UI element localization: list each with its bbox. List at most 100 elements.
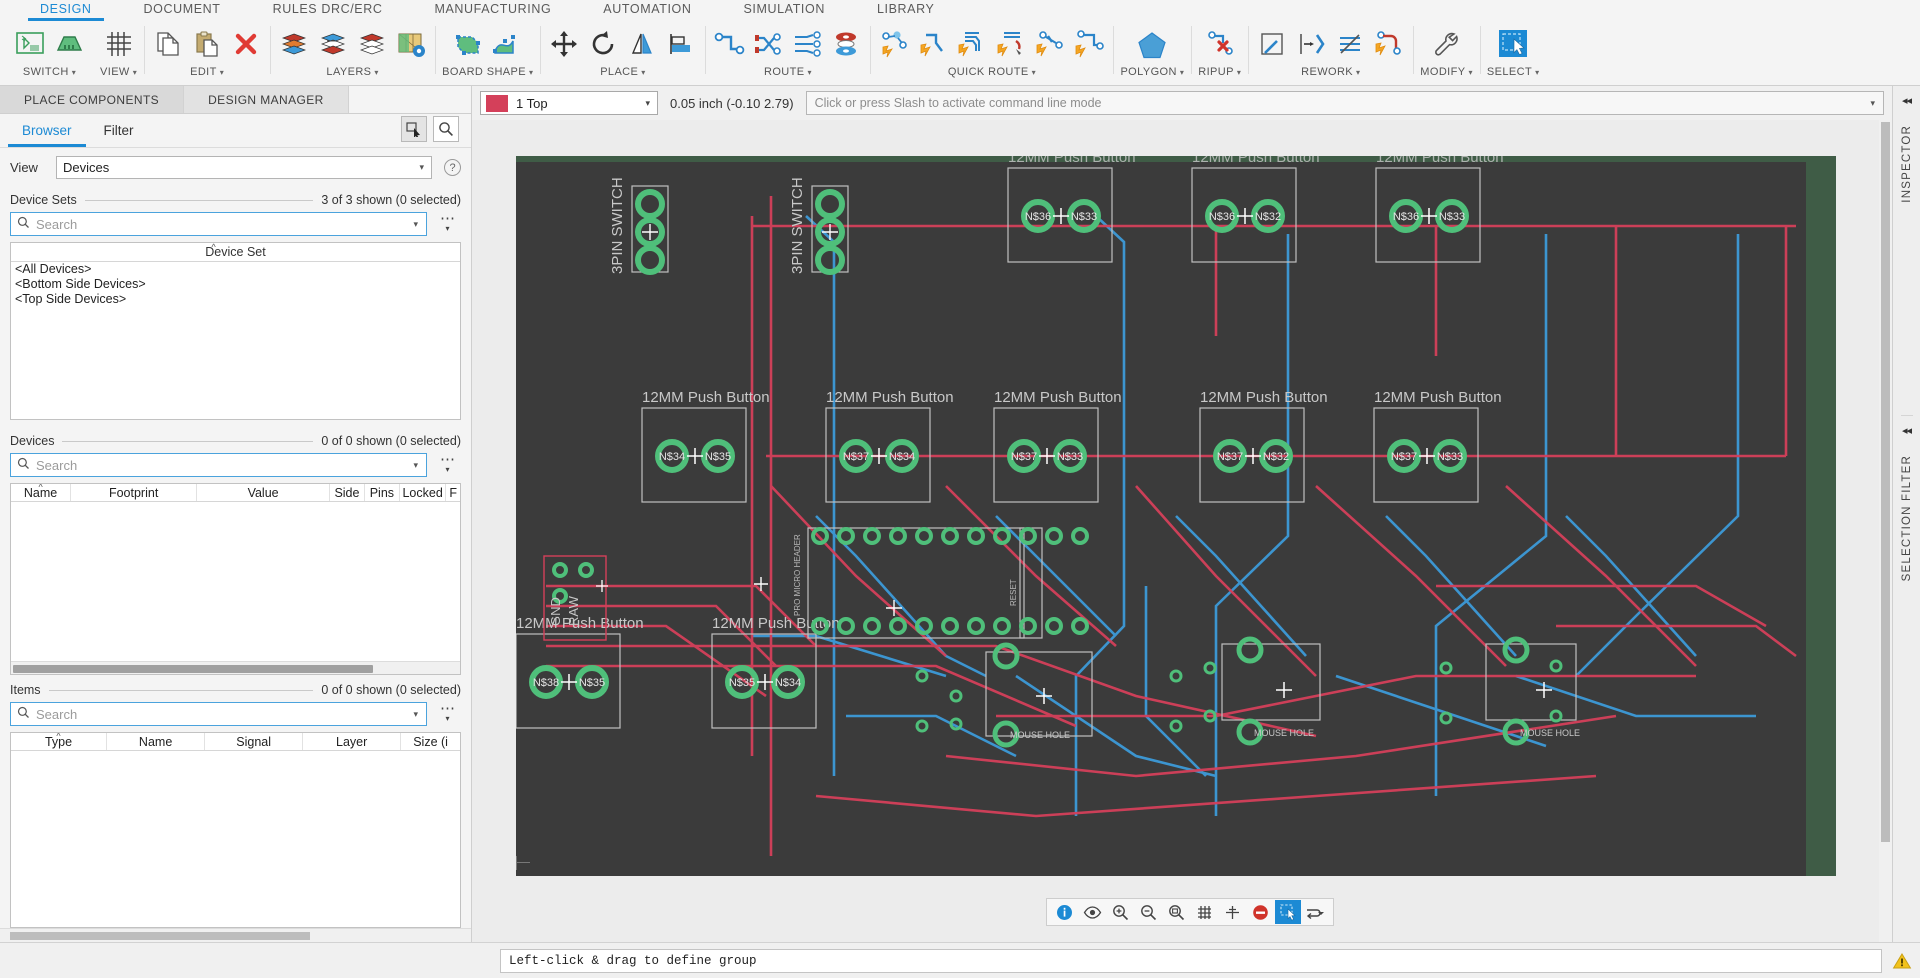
layer-settings-icon[interactable]	[394, 27, 428, 61]
chevron-down-icon[interactable]: ▾	[1535, 68, 1539, 77]
help-icon[interactable]: ?	[444, 159, 461, 176]
rail-section-inspector[interactable]: ◂◂ INSPECTOR	[1900, 86, 1913, 416]
pcb-board[interactable]: 3PIN SWITCH 3PIN SWITCH 12MM Push Button…	[516, 156, 1836, 876]
chevron-down-icon[interactable]: ▾	[419, 162, 424, 173]
chevron-down-icon[interactable]: ▾	[807, 68, 811, 77]
zoom-in-icon[interactable]	[1107, 900, 1133, 924]
info-icon[interactable]	[1051, 900, 1077, 924]
chevron-down-icon[interactable]: ▾	[1237, 68, 1241, 77]
column-header-value[interactable]: Value	[197, 484, 330, 501]
subtab-browser[interactable]: Browser	[6, 114, 88, 147]
collapse-left-icon[interactable]: ◂◂	[1902, 94, 1912, 107]
delete-icon[interactable]	[229, 27, 263, 61]
move-icon[interactable]	[547, 27, 581, 61]
column-header-footprint[interactable]: Footprint	[71, 484, 198, 501]
items-more-options[interactable]: ⋯ ▾	[435, 701, 461, 725]
autoroute-bus-icon[interactable]	[955, 27, 989, 61]
devices-table[interactable]: ^ Name Footprint Value Side Pins Locked F	[10, 483, 461, 675]
via-icon[interactable]	[829, 27, 863, 61]
ribbon-tab-rules[interactable]: RULES DRC/ERC	[247, 0, 409, 19]
route-trace-icon[interactable]	[712, 27, 746, 61]
rotate-icon[interactable]	[586, 27, 620, 61]
ribbon-tab-simulation[interactable]: SIMULATION	[717, 0, 850, 19]
stop-icon[interactable]	[1247, 900, 1273, 924]
chevron-down-icon[interactable]: ▾	[220, 68, 224, 77]
left-panel-horizontal-scrollbar[interactable]	[0, 928, 471, 942]
chevron-down-icon[interactable]: ▾	[374, 68, 378, 77]
select-marquee-icon[interactable]	[1496, 27, 1530, 61]
device-sets-list[interactable]: ^ Device Set <All Devices> <Bottom Side …	[10, 242, 461, 420]
tab-place-components[interactable]: PLACE COMPONENTS	[0, 86, 185, 113]
column-header-locked[interactable]: Locked	[400, 484, 447, 501]
column-header-signal[interactable]: Signal	[205, 733, 304, 750]
ribbon-tab-manufacturing[interactable]: MANUFACTURING	[408, 0, 577, 19]
devices-search-input[interactable]: Search ▾	[10, 453, 427, 477]
ribbon-tab-document[interactable]: DOCUMENT	[118, 0, 247, 19]
chevron-down-icon[interactable]: ▾	[1468, 68, 1472, 77]
column-header-side[interactable]: Side	[330, 484, 365, 501]
align-icon[interactable]	[664, 27, 698, 61]
miter-icon[interactable]	[1255, 27, 1289, 61]
board-curve-icon[interactable]	[490, 27, 524, 61]
items-table[interactable]: ^ Type Name Signal Layer Size (i	[10, 732, 461, 928]
ribbon-tab-design[interactable]: DESIGN	[14, 0, 118, 21]
chevron-down-icon[interactable]: ▾	[435, 464, 461, 476]
select-tool-icon[interactable]	[1275, 900, 1301, 924]
chevron-down-icon[interactable]: ▾	[435, 223, 461, 235]
layers-blue-icon[interactable]	[316, 27, 350, 61]
chevron-down-icon[interactable]: ▾	[1356, 68, 1360, 77]
extend-icon[interactable]	[1294, 27, 1328, 61]
column-header-name[interactable]: Name	[107, 733, 206, 750]
paste-icon[interactable]	[190, 27, 224, 61]
chevron-down-icon[interactable]: ▾	[413, 709, 418, 720]
items-search-input[interactable]: Search ▾	[10, 702, 427, 726]
scrollbar-thumb[interactable]	[1881, 122, 1890, 842]
board-switch-icon[interactable]	[52, 27, 86, 61]
list-item[interactable]: <All Devices>	[11, 262, 460, 277]
list-item[interactable]: <Top Side Devices>	[11, 292, 460, 307]
column-header-size[interactable]: Size (i	[401, 733, 460, 750]
chevron-down-icon[interactable]: ▾	[413, 219, 418, 230]
canvas-vertical-scrollbar[interactable]	[1879, 120, 1892, 942]
autoroute-ripup-icon[interactable]	[1033, 27, 1067, 61]
layers-red-icon[interactable]	[355, 27, 389, 61]
ribbon-tab-library[interactable]: LIBRARY	[851, 0, 960, 19]
board-outline-icon[interactable]	[451, 27, 485, 61]
chevron-down-icon[interactable]: ▾	[1032, 68, 1036, 77]
zoom-fit-icon[interactable]	[1163, 900, 1189, 924]
chevron-down-icon[interactable]: ▾	[641, 68, 645, 77]
command-line-input[interactable]: Click or press Slash to activate command…	[805, 91, 1884, 115]
chevron-down-icon[interactable]: ▾	[645, 98, 650, 109]
place-component-icon[interactable]	[401, 116, 427, 142]
view-select[interactable]: Devices ▾	[56, 156, 432, 179]
layers-stack-icon[interactable]	[277, 27, 311, 61]
chevron-down-icon[interactable]: ▾	[413, 460, 418, 471]
crosshair-icon[interactable]	[1219, 900, 1245, 924]
rail-section-selection-filter[interactable]: ◂◂ SELECTION FILTER	[1901, 416, 1913, 581]
devices-more-options[interactable]: ⋯ ▾	[435, 452, 461, 476]
grid-icon[interactable]	[102, 27, 136, 61]
warning-icon[interactable]	[1890, 950, 1914, 972]
autoroute-all-icon[interactable]	[1072, 27, 1106, 61]
ripup-icon[interactable]	[1203, 27, 1237, 61]
search-library-icon[interactable]	[433, 116, 459, 142]
route-bus-icon[interactable]	[790, 27, 824, 61]
collapse-left-icon[interactable]: ◂◂	[1902, 424, 1912, 437]
scrollbar-thumb[interactable]	[13, 665, 373, 673]
subtab-filter[interactable]: Filter	[88, 114, 150, 147]
scrollbar-thumb[interactable]	[10, 932, 310, 940]
zoom-out-icon[interactable]	[1135, 900, 1161, 924]
route-mode-icon[interactable]	[1303, 900, 1329, 924]
chevron-down-icon[interactable]: ▾	[435, 713, 461, 725]
column-header-f[interactable]: F	[446, 484, 460, 501]
column-header-type[interactable]: ^ Type	[11, 733, 108, 750]
column-header-layer[interactable]: Layer	[303, 733, 402, 750]
copy-icon[interactable]	[151, 27, 185, 61]
chevron-down-icon[interactable]: ▾	[72, 68, 76, 77]
mirror-icon[interactable]	[625, 27, 659, 61]
pcb-canvas[interactable]: 3PIN SWITCH 3PIN SWITCH 12MM Push Button…	[472, 120, 1892, 942]
wrench-icon[interactable]	[1430, 27, 1464, 61]
autoroute-net-icon[interactable]	[877, 27, 911, 61]
autoroute-finish-icon[interactable]	[994, 27, 1028, 61]
grid-toggle-icon[interactable]	[1191, 900, 1217, 924]
